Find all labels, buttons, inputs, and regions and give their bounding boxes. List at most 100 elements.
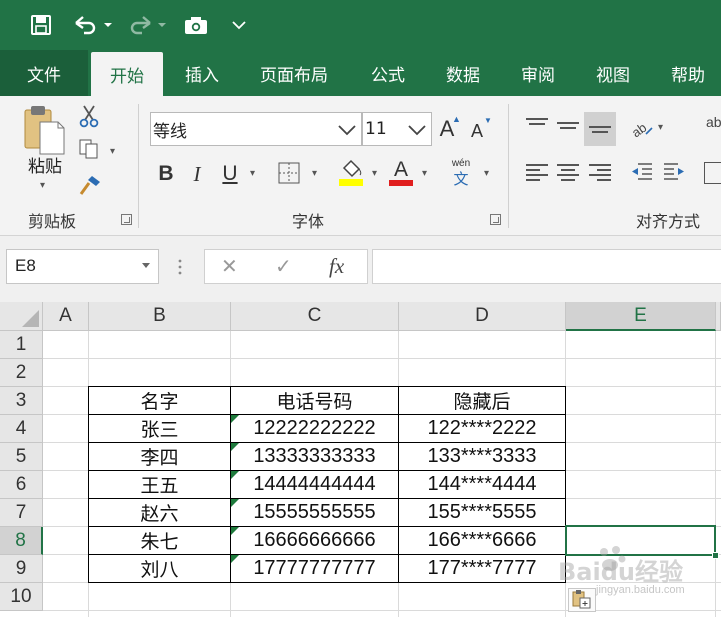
fill-handle[interactable]: [712, 552, 719, 559]
undo-dropdown-icon[interactable]: [101, 10, 115, 40]
tab-review[interactable]: 审阅: [508, 50, 568, 96]
wrap-text-icon[interactable]: ab: [706, 114, 721, 130]
copy-icon[interactable]: [78, 138, 102, 162]
orientation-icon[interactable]: ab: [629, 118, 654, 140]
error-indicator-icon[interactable]: [231, 499, 239, 507]
column-header-a[interactable]: A: [43, 302, 89, 331]
cell-d8[interactable]: 166****6666: [399, 527, 565, 554]
clipboard-launcher-icon[interactable]: [121, 214, 132, 225]
tab-data[interactable]: 数据: [432, 50, 494, 96]
cell-b4[interactable]: 张三: [89, 415, 230, 442]
column-header-c[interactable]: C: [231, 302, 399, 331]
row-header-2[interactable]: 2: [0, 359, 43, 387]
align-right-icon[interactable]: [589, 164, 611, 184]
save-icon[interactable]: [28, 10, 54, 40]
borders-dropdown-icon[interactable]: ▾: [312, 168, 317, 179]
column-header-b[interactable]: B: [89, 302, 231, 331]
resize-handle-icon[interactable]: [178, 258, 182, 276]
column-header-f[interactable]: [716, 302, 721, 331]
cancel-icon[interactable]: ✕: [221, 254, 238, 279]
row-header-10[interactable]: 10: [0, 583, 43, 611]
cell-c7[interactable]: 15555555555: [231, 499, 398, 526]
error-indicator-icon[interactable]: [231, 471, 239, 479]
column-header-d[interactable]: D: [399, 302, 566, 331]
font-color-dropdown-icon[interactable]: ▾: [422, 168, 427, 179]
tab-file[interactable]: 文件: [0, 50, 88, 96]
cell-c4[interactable]: 12222222222: [231, 415, 398, 442]
cell-d6[interactable]: 144****4444: [399, 471, 565, 498]
cell-b3[interactable]: 名字: [89, 387, 230, 414]
row-header-4[interactable]: 4: [0, 415, 43, 443]
tab-formulas[interactable]: 公式: [358, 50, 418, 96]
font-launcher-icon[interactable]: [490, 214, 501, 225]
redo-dropdown-icon[interactable]: [155, 10, 169, 40]
tab-insert[interactable]: 插入: [170, 50, 234, 96]
merge-center-icon[interactable]: [704, 162, 721, 184]
fill-color-icon[interactable]: [338, 158, 364, 188]
fill-color-dropdown-icon[interactable]: ▾: [372, 168, 377, 179]
cell-c9[interactable]: 17777777777: [231, 555, 398, 582]
cell-d3[interactable]: 隐藏后: [399, 387, 565, 414]
select-all-button[interactable]: [0, 302, 43, 331]
enter-icon[interactable]: ✓: [275, 254, 292, 279]
tab-home[interactable]: 开始: [91, 52, 163, 96]
cell-c3[interactable]: 电话号码: [231, 387, 398, 414]
error-indicator-icon[interactable]: [231, 527, 239, 535]
cell-b9[interactable]: 刘八: [89, 555, 230, 582]
paste-options-button[interactable]: [568, 588, 596, 612]
underline-dropdown-icon[interactable]: ▾: [250, 168, 255, 179]
error-indicator-icon[interactable]: [231, 555, 239, 563]
phonetic-guide-button[interactable]: wén 文: [446, 158, 476, 190]
redo-icon[interactable]: [126, 10, 154, 40]
camera-icon[interactable]: [182, 10, 210, 40]
italic-button[interactable]: I: [186, 160, 208, 188]
cell-b6[interactable]: 王五: [89, 471, 230, 498]
tab-help[interactable]: 帮助: [656, 50, 720, 96]
cut-icon[interactable]: [78, 104, 102, 130]
paste-button[interactable]: 粘贴 ▾: [20, 104, 70, 198]
cell-c6[interactable]: 14444444444: [231, 471, 398, 498]
cell-c5[interactable]: 13333333333: [231, 443, 398, 470]
error-indicator-icon[interactable]: [231, 415, 239, 423]
cell-c8[interactable]: 16666666666: [231, 527, 398, 554]
bottom-align-button[interactable]: [584, 112, 616, 146]
cell-d9[interactable]: 177****7777: [399, 555, 565, 582]
undo-icon[interactable]: [72, 10, 100, 40]
cell-d4[interactable]: 122****2222: [399, 415, 565, 442]
row-header-9[interactable]: 9: [0, 555, 43, 583]
borders-icon[interactable]: [278, 162, 302, 186]
customize-icon[interactable]: [229, 10, 249, 40]
phonetic-dropdown-icon[interactable]: ▾: [484, 168, 489, 179]
format-painter-icon[interactable]: [78, 174, 104, 198]
tab-page-layout[interactable]: 页面布局: [246, 50, 342, 96]
underline-button[interactable]: U: [218, 160, 242, 188]
cell-b7[interactable]: 赵六: [89, 499, 230, 526]
row-header-1[interactable]: 1: [0, 331, 43, 359]
name-box[interactable]: E8: [6, 249, 159, 284]
increase-indent-icon[interactable]: [662, 162, 686, 184]
cell-b8[interactable]: 朱七: [89, 527, 230, 554]
font-name-combo[interactable]: 等线: [150, 112, 362, 146]
copy-dropdown-icon[interactable]: ▾: [110, 146, 115, 157]
cell-d5[interactable]: 133****3333: [399, 443, 565, 470]
error-indicator-icon[interactable]: [231, 443, 239, 451]
row-header-3[interactable]: 3: [0, 387, 43, 415]
cell-d7[interactable]: 155****5555: [399, 499, 565, 526]
column-header-e[interactable]: E: [566, 302, 716, 331]
row-header-8[interactable]: 8: [0, 527, 43, 555]
font-color-button[interactable]: A: [388, 158, 414, 188]
align-left-icon[interactable]: [526, 164, 548, 184]
top-align-icon[interactable]: [526, 118, 548, 128]
row-header-7[interactable]: 7: [0, 499, 43, 527]
insert-function-icon[interactable]: fx: [329, 254, 344, 279]
formula-input[interactable]: [372, 249, 721, 284]
bold-button[interactable]: B: [154, 160, 178, 188]
align-center-icon[interactable]: [557, 164, 579, 184]
cell-b5[interactable]: 李四: [89, 443, 230, 470]
decrease-indent-icon[interactable]: [630, 162, 654, 184]
orientation-dropdown-icon[interactable]: ▾: [658, 122, 663, 133]
row-header-6[interactable]: 6: [0, 471, 43, 499]
font-size-combo[interactable]: 11: [362, 112, 432, 146]
tab-view[interactable]: 视图: [582, 50, 644, 96]
row-header-5[interactable]: 5: [0, 443, 43, 471]
